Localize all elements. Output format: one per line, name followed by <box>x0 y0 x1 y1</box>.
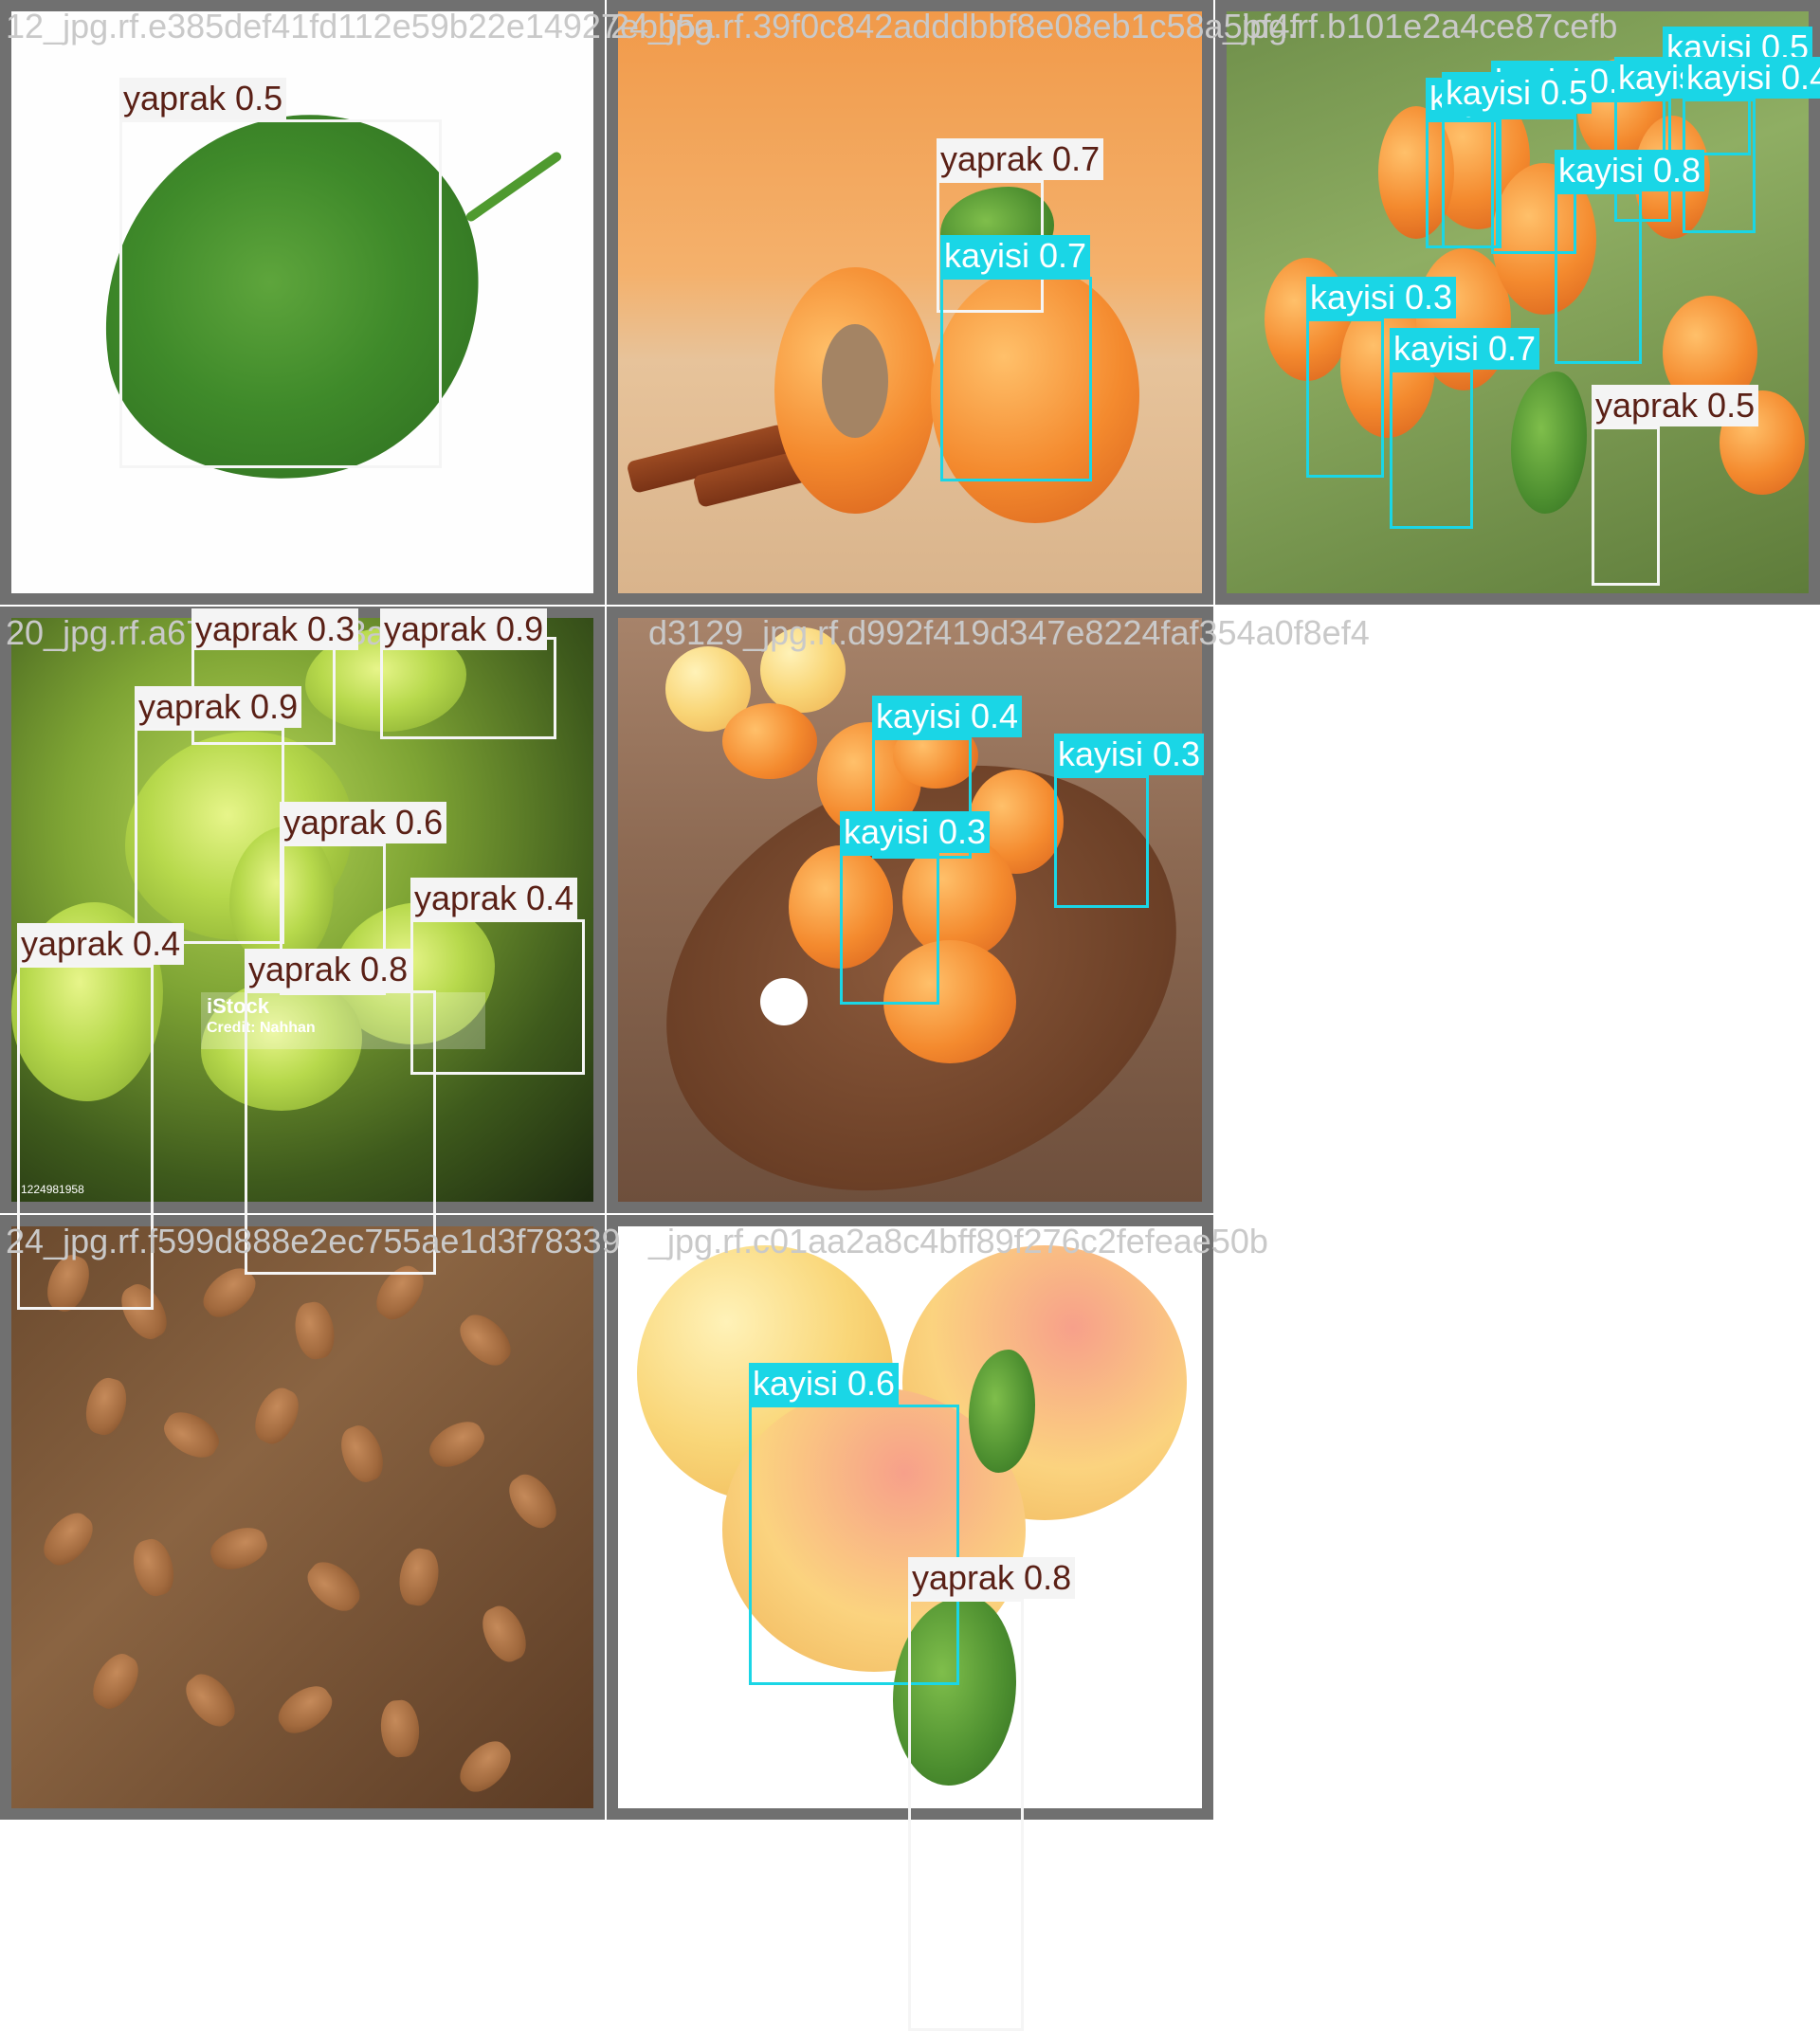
kayisi-bounding-box <box>840 853 939 1005</box>
yaprak-detection-label: yaprak 0.4 <box>17 923 185 965</box>
kayisi-detection-label: kayisi 0.7 <box>1390 328 1540 370</box>
kayisi-bounding-box <box>940 277 1092 481</box>
yaprak-bounding-box <box>1592 426 1660 586</box>
kayisi-detection-label: kayisi 0.3 <box>1306 277 1457 318</box>
yaprak-bounding-box <box>135 728 284 944</box>
kayisi-bounding-box <box>1555 191 1642 364</box>
yaprak-bounding-box <box>119 119 442 468</box>
yaprak-bounding-box <box>908 1599 1024 2031</box>
yaprak-detection-label: yaprak 0.5 <box>119 78 287 119</box>
yaprak-bounding-box <box>380 637 556 739</box>
yaprak-detection-label: yaprak 0.4 <box>410 878 578 919</box>
kayisi-detection-label: kayisi 0.6 <box>749 1363 900 1405</box>
yaprak-detection-label: yaprak 0.6 <box>280 802 447 843</box>
tile-filename: d3129_jpg.rf.d992f419d347e8224faf354a0f8… <box>648 613 1370 652</box>
kayisi-detection-label: kayisi 0.5 <box>1442 72 1592 114</box>
yaprak-bounding-box <box>410 919 585 1075</box>
kayisi-detection-label: kayisi 0.3 <box>840 811 991 853</box>
yaprak-detection-label: yaprak 0.5 <box>1592 385 1759 426</box>
yaprak-detection-label: yaprak 0.9 <box>380 608 548 650</box>
tile-filename: _jpg.rf.b101e2a4ce87cefb <box>1223 7 1618 45</box>
annotation-overlay: 12_jpg.rf.e385def41fd112e59b22e14927ebb5… <box>0 0 1820 2031</box>
yaprak-detection-label: yaprak 0.8 <box>908 1557 1076 1599</box>
kayisi-bounding-box <box>1054 775 1149 908</box>
kayisi-detection-label: kayisi 0.7 <box>940 235 1091 277</box>
yaprak-detection-label: yaprak 0.8 <box>245 949 412 990</box>
tile-filename: 24_jpg.rf.39f0c842adddbbf8e08eb1c58a5bf4… <box>610 7 1300 45</box>
kayisi-bounding-box <box>1442 114 1499 248</box>
kayisi-detection-label: kayisi 0.3 <box>1054 734 1205 775</box>
detection-mosaic: iStock Credit: Nahhan 1224981958 12_jpg.… <box>0 0 1820 2031</box>
tile-filename: 12_jpg.rf.e385def41fd112e59b22e14927ebb5… <box>6 7 716 45</box>
kayisi-detection-label: kayisi 0.4 <box>1683 57 1820 99</box>
kayisi-bounding-box <box>1306 318 1384 478</box>
tile-filename: 24_jpg.rf.f599d888e2ec755ae1d3f78339 <box>6 1222 621 1260</box>
kayisi-bounding-box <box>1390 370 1473 529</box>
tile-filename: _jpg.rf.c01aa2a8c4bff89f276c2fefeae50b <box>648 1222 1268 1260</box>
yaprak-detection-label: yaprak 0.3 <box>191 608 359 650</box>
yaprak-detection-label: yaprak 0.7 <box>937 138 1104 180</box>
yaprak-detection-label: yaprak 0.9 <box>135 686 302 728</box>
kayisi-detection-label: kayisi 0.4 <box>872 696 1023 737</box>
kayisi-detection-label: kayisi 0.8 <box>1555 150 1705 191</box>
